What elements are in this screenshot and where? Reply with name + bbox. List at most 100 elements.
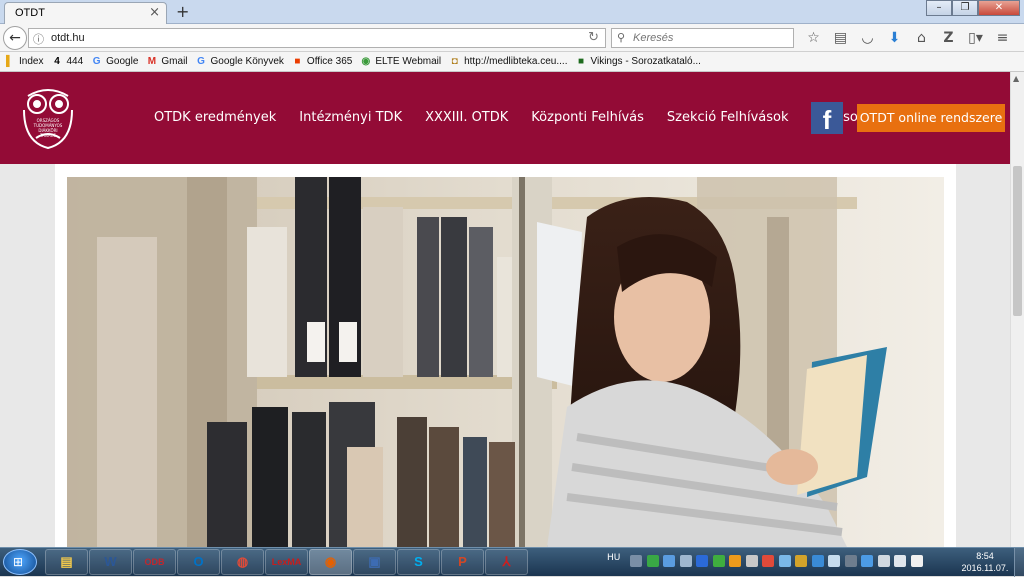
otdt-online-button[interactable]: OTDT online rendszere	[857, 104, 1005, 132]
language-indicator[interactable]: HU	[607, 553, 620, 563]
tray-icon[interactable]	[679, 555, 692, 567]
show-desktop-button[interactable]	[1014, 548, 1024, 577]
network-icon[interactable]	[877, 555, 890, 567]
tray-icon[interactable]	[778, 555, 791, 567]
tray-icon[interactable]	[745, 555, 758, 567]
taskbar-apps: ▤ W ODB O ◍ LexMA ◉ ▣ S P ⅄	[45, 549, 529, 575]
taskbar-odb-icon[interactable]: ODB	[133, 549, 176, 575]
otdt-logo-icon[interactable]: ORSZÁGOS TUDOMÁNYOS DIÁKKÖRI TANÁCS	[18, 86, 78, 152]
reload-icon[interactable]: ↻	[588, 30, 599, 45]
bookmark-label: Gmail	[161, 56, 188, 67]
maximize-button[interactable]: ❐	[952, 0, 978, 16]
volume-icon[interactable]	[894, 555, 906, 567]
star-icon[interactable]: ☆	[800, 28, 827, 48]
menu-otdk-eredmenyek[interactable]: OTDK eredmények	[154, 110, 276, 125]
toolbar-icons: ☆ ▤ ◡ ⬇ ⌂ Z ▯▾ ≡	[800, 28, 1016, 48]
menu-icon[interactable]: ≡	[989, 28, 1016, 48]
menu-szekcio-felhivasok[interactable]: Szekció Felhívások	[667, 110, 789, 125]
bookmark-item[interactable]: ◘ http://medlibteka.ceu....	[449, 56, 568, 67]
bookmark-item[interactable]: ▌ Index	[4, 56, 44, 67]
gmail-icon: M	[147, 56, 157, 67]
windows-logo-icon: ⊞	[13, 555, 24, 569]
search-bar[interactable]: ⚲	[611, 28, 794, 48]
tab-close-icon[interactable]: ×	[149, 5, 160, 20]
bookmark-label: http://medlibteka.ceu....	[464, 56, 568, 67]
menu-kozponti-felhivas[interactable]: Központi Felhívás	[531, 110, 644, 125]
download-icon[interactable]: ⬇	[881, 28, 908, 48]
page-icon[interactable]: ▯▾	[962, 28, 989, 48]
tray-icon[interactable]	[646, 555, 659, 567]
vikings-icon: ■	[577, 56, 584, 67]
reading-list-icon[interactable]: ▤	[827, 28, 854, 48]
bookmark-item[interactable]: M Gmail	[146, 56, 188, 67]
bookmark-label: ELTE Webmail	[375, 56, 442, 67]
office-icon: ■	[294, 56, 301, 67]
browser-tab[interactable]: OTDT ×	[4, 2, 167, 24]
google-icon: G	[92, 56, 101, 67]
bookmark-label: Index	[19, 56, 44, 67]
pocket-icon[interactable]: ◡	[854, 28, 881, 48]
taskbar-firefox-icon[interactable]: ◉	[309, 549, 352, 575]
elte-icon: ◉	[361, 56, 371, 67]
scroll-thumb[interactable]	[1013, 166, 1022, 316]
site-info-icon[interactable]: ⓘ	[33, 31, 44, 47]
url-text[interactable]: otdt.hu	[51, 32, 85, 44]
taskbar-chrome-icon[interactable]: ◍	[221, 549, 264, 575]
close-window-button[interactable]: ✕	[978, 0, 1020, 16]
bookmark-label: 444	[66, 56, 84, 67]
svg-text:TANÁCS: TANÁCS	[39, 133, 56, 138]
gmail-tray-icon[interactable]	[762, 555, 774, 567]
tray-icon[interactable]	[828, 555, 840, 567]
facebook-icon[interactable]: f	[811, 102, 843, 135]
start-button[interactable]: ⊞	[3, 549, 37, 575]
taskbar-save-icon[interactable]: ▣	[353, 549, 396, 575]
tab-title: OTDT	[15, 7, 45, 19]
bookmark-item[interactable]: G Google Könyvek	[196, 56, 284, 67]
zotero-icon[interactable]: Z	[935, 28, 962, 48]
window-controls: – ❐ ✕	[926, 0, 1020, 16]
clock[interactable]: 8:54 2016.11.07.	[960, 550, 1010, 574]
taskbar-lexma-icon[interactable]: LexMA	[265, 549, 308, 575]
menu-xxxiii-otdk[interactable]: XXXIII. OTDK	[425, 110, 508, 125]
taskbar-acrobat-icon[interactable]: ⅄	[485, 549, 528, 575]
back-arrow-icon: ←	[9, 30, 21, 46]
action-center-icon[interactable]	[910, 555, 923, 567]
tray-icon[interactable]	[861, 555, 873, 567]
home-icon[interactable]: ⌂	[908, 28, 935, 48]
taskbar-explorer-icon[interactable]: ▤	[45, 549, 88, 575]
clock-time: 8:54	[976, 551, 994, 561]
browser-titlebar: OTDT × + – ❐ ✕	[0, 0, 1024, 24]
bookmark-label: Google	[106, 56, 139, 67]
tray-icon[interactable]	[811, 555, 824, 567]
address-bar[interactable]: ⓘ otdt.hu ↻	[28, 28, 606, 48]
bookmark-label: Google Könyvek	[210, 56, 284, 67]
search-input[interactable]	[631, 31, 791, 45]
search-icon: ⚲	[617, 31, 626, 44]
back-button[interactable]: ←	[3, 26, 27, 50]
clock-date: 2016.11.07.	[961, 563, 1009, 573]
bluetooth-icon[interactable]	[696, 555, 708, 567]
tray-icon[interactable]	[663, 555, 675, 567]
tray-icon[interactable]	[795, 555, 807, 567]
bookmark-item[interactable]: ■ Vikings - Sorozatkataló...	[575, 56, 701, 67]
scroll-up-icon[interactable]: ▲	[1013, 74, 1019, 83]
new-tab-button[interactable]: +	[176, 2, 189, 21]
bookmark-item[interactable]: ■ Office 365	[292, 56, 352, 67]
bookmark-label: Office 365	[306, 56, 353, 67]
page-scrollbar[interactable]: ▲	[1010, 72, 1024, 547]
444-icon: 4	[54, 56, 60, 67]
taskbar-word-icon[interactable]: W	[89, 549, 132, 575]
menu-intezmenyi-tdk[interactable]: Intézményi TDK	[299, 110, 402, 125]
taskbar-powerpoint-icon[interactable]: P	[441, 549, 484, 575]
taskbar-skype-icon[interactable]: S	[397, 549, 440, 575]
tray-icon[interactable]	[712, 555, 725, 567]
bookmark-item[interactable]: 4 444	[51, 56, 83, 67]
minimize-button[interactable]: –	[926, 0, 952, 16]
tray-icon[interactable]	[844, 555, 857, 567]
bookmark-item[interactable]: G Google	[91, 56, 139, 67]
tray-icon[interactable]	[729, 555, 741, 567]
taskbar-outlook-icon[interactable]: O	[177, 549, 220, 575]
bookmark-item[interactable]: ◉ ELTE Webmail	[360, 56, 441, 67]
hero-image	[67, 177, 944, 547]
tray-icon[interactable]	[630, 555, 642, 567]
